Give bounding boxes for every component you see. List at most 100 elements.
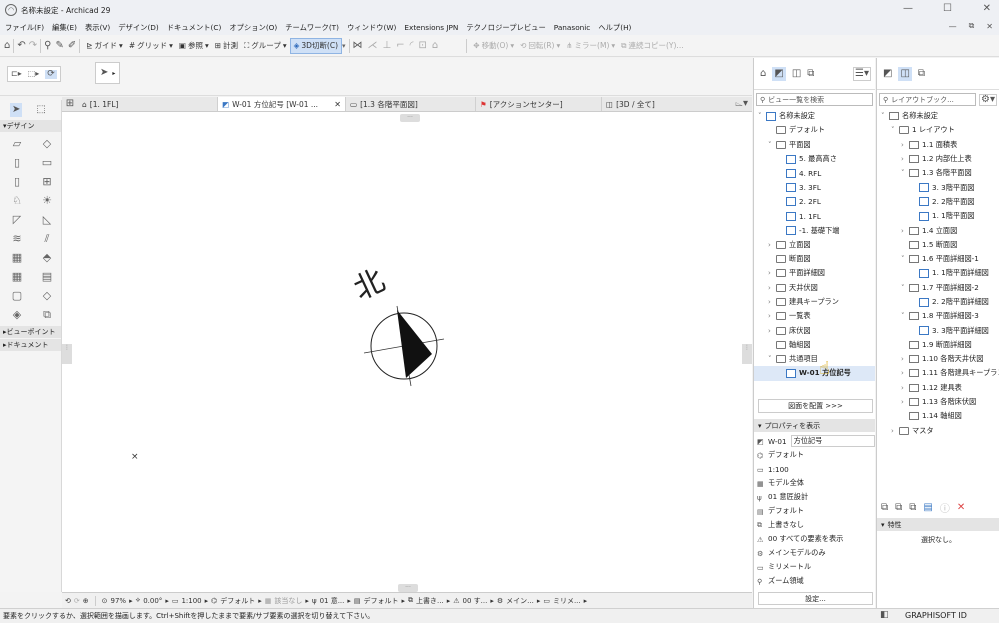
layout-tree-item[interactable]: › 1.1 面積表 bbox=[877, 138, 999, 152]
expand-arrow-icon[interactable]: › bbox=[768, 327, 776, 335]
panel-icon[interactable]: ◧ bbox=[880, 611, 889, 620]
publisher-icon[interactable]: ⧉ bbox=[807, 68, 814, 79]
zoom-next-icon[interactable]: ⟳ bbox=[74, 597, 80, 605]
model-value[interactable]: メイン... bbox=[506, 596, 534, 606]
view-tree-item[interactable]: ˅ 平面図 bbox=[754, 138, 875, 152]
minimize-icon[interactable]: — bbox=[903, 4, 913, 14]
curtain-wall-tool-icon[interactable]: ▦ bbox=[2, 249, 32, 265]
view-search-input[interactable]: ⚲ ビュー一覧を検索 bbox=[756, 93, 873, 106]
expand-arrow-icon[interactable]: › bbox=[901, 141, 909, 149]
expand-arrow-icon[interactable]: › bbox=[901, 369, 909, 377]
top-split-handle[interactable]: ··· bbox=[400, 114, 420, 122]
drawing-canvas[interactable]: ··· 北 × ⋮ ⋮ ··· bbox=[62, 112, 752, 592]
menu-item-8[interactable]: Extensions JPN bbox=[404, 23, 458, 32]
guide-button[interactable]: ⊵ ガイド ▾ bbox=[83, 40, 126, 51]
expand-arrow-icon[interactable]: › bbox=[901, 155, 909, 163]
dimension-value[interactable]: デフォルト bbox=[364, 596, 399, 606]
expand-arrow-icon[interactable]: ˅ bbox=[768, 355, 776, 363]
menu-item-11[interactable]: ヘルプ(H) bbox=[598, 23, 631, 33]
right-split-handle[interactable]: ⋮ bbox=[742, 344, 752, 364]
layout-tree-item[interactable]: › 1.13 各階床伏図 bbox=[877, 395, 999, 409]
scale-value[interactable]: 1:100 bbox=[181, 597, 201, 605]
renovation-value[interactable]: 01 意... bbox=[320, 596, 345, 606]
new-layout-icon[interactable]: ⧉ bbox=[881, 502, 888, 513]
expand-arrow-icon[interactable]: ˅ bbox=[758, 112, 766, 120]
new-master-icon[interactable]: ⧉ bbox=[895, 502, 902, 513]
maximize-icon[interactable]: ☐ bbox=[943, 4, 952, 14]
slab-tool-icon[interactable]: ◇ bbox=[32, 135, 62, 151]
marquee-icon[interactable]: ⬚▸ bbox=[28, 70, 40, 78]
property-row[interactable]: ⚠ 00 すべての要素を表示 bbox=[757, 532, 875, 546]
view-tree-item[interactable]: 軸組図 bbox=[754, 338, 875, 352]
tab-layout-13[interactable]: ▭ [1.3 各階平面図] bbox=[346, 97, 476, 111]
project-map-icon[interactable]: ⌂ bbox=[760, 68, 766, 79]
arrow-tool-icon[interactable]: ➤ bbox=[10, 103, 23, 117]
split-icon[interactable]: ⋌ bbox=[368, 40, 378, 51]
doc-minimize-icon[interactable]: — bbox=[949, 22, 957, 31]
view-tree-item[interactable]: 1. 1FL bbox=[754, 209, 875, 223]
door-tool-icon[interactable]: ▯ bbox=[2, 173, 32, 189]
rotate-icon[interactable]: ⟳ bbox=[45, 69, 57, 79]
expand-arrow-icon[interactable]: ˅ bbox=[891, 126, 899, 134]
delete-icon[interactable]: ✕ bbox=[957, 502, 965, 513]
property-row[interactable]: ▦ モデル全体 bbox=[757, 476, 875, 490]
viewpoint-section-header[interactable]: ▸ ビューポイント bbox=[0, 326, 61, 338]
expand-arrow-icon[interactable]: › bbox=[768, 284, 776, 292]
move-button[interactable]: ✥ 移動(O) ▾ bbox=[470, 40, 517, 51]
layout-tree-item[interactable]: ˅ 名称未設定 bbox=[877, 109, 999, 123]
home-icon[interactable]: ⌂ bbox=[4, 40, 10, 51]
arrow-pointer-icon[interactable]: ➤ bbox=[100, 68, 108, 78]
fillet-icon[interactable]: ◜ bbox=[410, 40, 414, 51]
layout-tree-item[interactable]: 3. 3階平面詳細図 bbox=[877, 323, 999, 337]
expand-arrow-icon[interactable]: › bbox=[891, 427, 899, 435]
trim-icon[interactable]: ⋈ bbox=[353, 40, 363, 51]
layout-tree-item[interactable]: 1.14 軸組図 bbox=[877, 409, 999, 423]
design-section-header[interactable]: ▾ デザイン bbox=[0, 120, 61, 132]
property-row[interactable]: ▭ ミリメートル bbox=[757, 560, 875, 574]
view-tree-item[interactable]: › 建具キープラン bbox=[754, 295, 875, 309]
place-drawing-button[interactable]: 図面を配置 >>> bbox=[758, 399, 873, 413]
expand-arrow-icon[interactable]: › bbox=[901, 384, 909, 392]
menu-item-3[interactable]: デザイン(D) bbox=[118, 23, 159, 33]
layout-tree-item[interactable]: 1. 1階平面詳細図 bbox=[877, 266, 999, 280]
doc-close-icon[interactable]: ✕ bbox=[986, 22, 993, 31]
zoom-prev-icon[interactable]: ⟲ bbox=[65, 597, 71, 605]
syringe-icon[interactable]: ✐ bbox=[68, 40, 76, 51]
view-tree-item[interactable]: › 立面図 bbox=[754, 238, 875, 252]
bottom-split-handle[interactable]: ··· bbox=[398, 584, 418, 592]
expand-arrow-icon[interactable]: ˅ bbox=[901, 312, 909, 320]
layout-book-icon[interactable]: ◫ bbox=[792, 68, 801, 79]
explode-icon[interactable]: ⊡ bbox=[419, 40, 427, 51]
view-tree-item[interactable]: 断面図 bbox=[754, 252, 875, 266]
lb-settings-icon[interactable]: ⚙▾ bbox=[979, 93, 997, 106]
roof-tool-icon[interactable]: ◸ bbox=[2, 211, 32, 227]
menu-item-9[interactable]: テクノロジープレビュー bbox=[466, 23, 545, 33]
tab-action-center[interactable]: ⚑ [アクションセンター] bbox=[476, 97, 602, 111]
tab-close-icon[interactable]: ✕ bbox=[334, 100, 341, 109]
property-value[interactable]: 方位記号 bbox=[790, 435, 875, 447]
zone-tool-icon[interactable]: ▤ bbox=[32, 268, 62, 284]
skylight-tool-icon[interactable]: ⬘ bbox=[32, 249, 62, 265]
document-section-header[interactable]: ▸ ドキュメント bbox=[0, 339, 61, 351]
view-tree-item[interactable]: 3. 3FL bbox=[754, 180, 875, 194]
unit-value[interactable]: ミリメ... bbox=[553, 596, 581, 606]
property-row[interactable]: ⚙ メインモデルのみ bbox=[757, 546, 875, 560]
layout-tree-item[interactable]: 1.5 断面図 bbox=[877, 238, 999, 252]
railing-tool-icon[interactable]: ⫽ bbox=[32, 230, 62, 246]
expand-arrow-icon[interactable]: › bbox=[768, 241, 776, 249]
lb-layout-book-icon[interactable]: ◫ bbox=[898, 66, 912, 81]
view-tree-item[interactable]: ˅ 名称未設定 bbox=[754, 109, 875, 123]
expand-arrow-icon[interactable]: ˅ bbox=[901, 284, 909, 292]
layout-tree-item[interactable]: 2. 2階平面図 bbox=[877, 195, 999, 209]
new-subset-icon[interactable]: ⧉ bbox=[909, 502, 916, 513]
wall-tool-icon[interactable]: ▱ bbox=[2, 135, 32, 151]
label-tool-icon[interactable]: ⊏▸ bbox=[11, 70, 22, 78]
layer-value[interactable]: デフォルト bbox=[220, 596, 255, 606]
layout-tree-item[interactable]: › 1.12 建具表 bbox=[877, 381, 999, 395]
beam-tool-icon[interactable]: ▭ bbox=[32, 154, 62, 170]
menu-item-10[interactable]: Panasonic bbox=[554, 23, 591, 32]
expand-arrow-icon[interactable]: › bbox=[768, 298, 776, 306]
properties-header[interactable]: ▾ プロパティを表示 bbox=[754, 419, 875, 432]
tab-menu-icon[interactable]: ⌳▾ bbox=[735, 99, 748, 109]
tab-overview-icon[interactable]: ⊞ bbox=[62, 99, 78, 109]
